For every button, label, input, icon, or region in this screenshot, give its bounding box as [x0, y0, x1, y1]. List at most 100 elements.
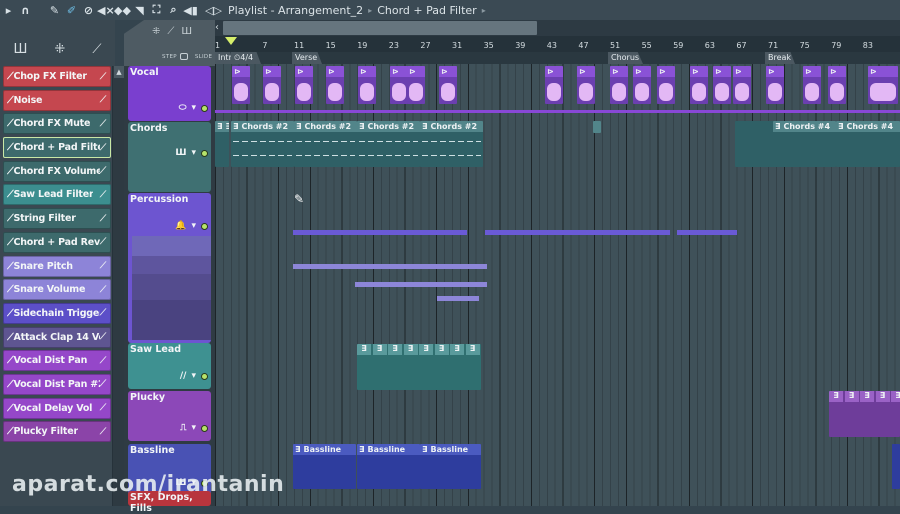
marker-44[interactable]: ⏲4/4	[231, 52, 261, 64]
track-dropdown-icon[interactable]: ▾	[191, 371, 196, 381]
pencil-icon[interactable]: ✎	[46, 4, 63, 17]
chords-2-clip[interactable]: ∃ Chords #2	[420, 121, 483, 167]
chords-clip-marker[interactable]	[593, 121, 601, 133]
track-mute-led[interactable]	[201, 104, 208, 112]
bassline-clip[interactable]: ∃ Bassline	[293, 444, 356, 489]
track-header-saw-lead[interactable]: Saw Lead ∕∕ ▾	[128, 343, 211, 389]
magnet-icon[interactable]: ∩	[17, 4, 34, 17]
vocal-audio-clip[interactable]: ⊳	[803, 66, 821, 104]
automation-clip-item[interactable]: ⟋Plucky Filter ⟋	[3, 421, 111, 443]
track-dropdown-icon[interactable]: ▾	[191, 221, 196, 231]
playlist-grid[interactable]: ⊳⊳⊳⊳⊳⊳⊳⊳⊳⊳⊳⊳⊳⊳⊳⊳⊳⊳⊳⊳⊳∃Chords #2∃Chords #…	[215, 64, 900, 506]
vocal-audio-clip[interactable]: ⊳	[713, 66, 731, 104]
playback-icon[interactable]: ◀▮	[182, 4, 199, 17]
automation-filter-icon[interactable]: ⟋	[92, 42, 101, 57]
chords-4-clip[interactable]: ∃ Chords #4	[773, 121, 836, 167]
track-header-plucky[interactable]: Plucky ⎍ ▾	[128, 391, 211, 441]
speaker-arrows-icon[interactable]: ◁▷	[205, 4, 222, 17]
track-dropdown-icon[interactable]: ▾	[191, 103, 196, 113]
play-arrow-icon[interactable]: ▸	[0, 4, 17, 17]
chords-2-clip[interactable]: ∃ Chords #2	[294, 121, 357, 167]
track-mute-led[interactable]	[201, 149, 208, 157]
audio-icon[interactable]: ⁜	[152, 26, 160, 37]
automation-clip-item[interactable]: ⟋Chord FX Volume ⟋	[3, 160, 111, 182]
automation-clip-item[interactable]: ⟋Vocal Delay Vol ⟋	[3, 397, 111, 419]
percussion-pattern[interactable]	[293, 230, 467, 235]
automation-clip-item[interactable]: ⟋Chord + Pad Filter ⟋	[3, 137, 111, 159]
vocal-audio-clip[interactable]: ⊳	[657, 66, 675, 104]
step-toggle[interactable]	[179, 53, 188, 60]
chords-4-clip[interactable]: ∃ Chords #4	[836, 121, 900, 167]
automation-clip-item[interactable]: ⟋Vocal Dist Pan #2 ⟋	[3, 373, 111, 395]
audio-filter-icon[interactable]: ⁜	[54, 42, 65, 57]
vocal-audio-clip[interactable]: ⊳	[263, 66, 281, 104]
breadcrumb-playlist[interactable]: Playlist - Arrangement_2	[228, 4, 363, 17]
automation-clip-item[interactable]: ⟋Chord FX Mute ⟋	[3, 113, 111, 135]
clip-list-scrollbar[interactable]: ▲	[112, 66, 124, 506]
vocal-audio-clip[interactable]: ⊳	[868, 66, 898, 104]
percussion-pattern[interactable]	[610, 230, 670, 235]
piano-icon[interactable]: Ш	[181, 26, 192, 37]
percussion-pattern[interactable]	[437, 296, 479, 301]
saw-lead-clip[interactable]: ∃ ∃ ∃ ∃ ∃ ∃ ∃ ∃	[357, 344, 481, 390]
bassline-clip-edge[interactable]	[892, 444, 900, 489]
marker-break[interactable]: Break	[765, 52, 795, 64]
bassline-clip[interactable]: ∃ Bassline	[357, 444, 420, 489]
automation-clip-item[interactable]: ⟋Attack Clap 14 Vol ⟋	[3, 326, 111, 348]
automation-clip-item[interactable]: ⟋Snare Pitch ⟋	[3, 255, 111, 277]
track-header-chords[interactable]: Chords Ш ▾	[128, 122, 211, 192]
vocal-audio-clip[interactable]: ⊳	[828, 66, 846, 104]
marker-chorus[interactable]: Chorus	[608, 52, 643, 64]
vocal-audio-clip[interactable]: ⊳	[633, 66, 651, 104]
vocal-audio-clip[interactable]: ⊳	[610, 66, 628, 104]
vocal-audio-clip[interactable]: ⊳	[733, 66, 751, 104]
bassline-clip[interactable]: ∃ Bassline	[420, 444, 481, 489]
chords-2-clip[interactable]: ∃ Chords #2	[357, 121, 420, 167]
select-icon[interactable]: ⛶	[148, 3, 165, 17]
scroll-left-button[interactable]: ‹	[215, 21, 223, 35]
breadcrumb-arrow-icon[interactable]: ▸	[482, 6, 486, 15]
percussion-pattern[interactable]	[485, 230, 615, 235]
percussion-pattern[interactable]	[677, 230, 737, 235]
chords-clip-group[interactable]	[735, 121, 775, 167]
scrollbar-thumb[interactable]	[223, 21, 537, 35]
delete-icon[interactable]: ⊘	[80, 4, 97, 17]
marker-lane[interactable]: Intr ⏲4/4 Verse Chorus Break	[215, 52, 900, 64]
vocal-audio-clip[interactable]: ⊳	[390, 66, 408, 104]
track-mute-led[interactable]	[201, 424, 208, 432]
automation-clip-item[interactable]: ⟋Vocal Dist Pan ⟋	[3, 350, 111, 372]
marker-intr[interactable]: Intr	[215, 52, 233, 64]
track-mute-led[interactable]	[201, 372, 208, 380]
automation-icon[interactable]: ⟋	[167, 26, 174, 37]
vocal-audio-clip[interactable]: ⊳	[407, 66, 425, 104]
track-dropdown-icon[interactable]: ▾	[191, 423, 196, 433]
breadcrumb-selected-clip[interactable]: Chord + Pad Filter	[377, 4, 477, 17]
vocal-audio-clip[interactable]: ⊳	[326, 66, 344, 104]
automation-clip-item[interactable]: ⟋Chop FX Filter ⟋	[3, 66, 111, 87]
zoom-icon[interactable]: ⌕	[165, 3, 182, 17]
vocal-audio-clip[interactable]: ⊳	[766, 66, 784, 104]
automation-clip-item[interactable]: ⟋Snare Volume ⟋	[3, 279, 111, 301]
vocal-audio-clip[interactable]: ⊳	[545, 66, 563, 104]
paint-brush-icon[interactable]: ✐	[63, 4, 80, 17]
automation-clip-item[interactable]: ⟋Chord + Pad Reverb⟋	[3, 231, 111, 253]
vocal-audio-clip[interactable]: ⊳	[577, 66, 595, 104]
vocal-audio-clip[interactable]: ⊳	[358, 66, 376, 104]
vocal-audio-clip[interactable]: ⊳	[295, 66, 313, 104]
horizontal-scrollbar[interactable]: ‹	[215, 20, 900, 36]
percussion-pattern[interactable]	[293, 264, 487, 269]
scroll-up-button[interactable]: ▲	[114, 66, 124, 78]
automation-clip-item[interactable]: ⟋Sidechain Trigger #3⟋	[3, 302, 111, 324]
vocal-audio-clip[interactable]: ⊳	[690, 66, 708, 104]
marker-verse[interactable]: Verse	[292, 52, 322, 64]
playhead-marker[interactable]	[225, 37, 237, 45]
percussion-pattern[interactable]	[355, 282, 487, 287]
chords-2-clip[interactable]: ∃ Chords #2	[231, 121, 294, 167]
slip-icon[interactable]: ◆◆	[114, 4, 131, 17]
track-dropdown-icon[interactable]: ▾	[191, 148, 196, 158]
plucky-clip[interactable]: ∃ ∃ ∃ ∃ ∃	[829, 391, 900, 437]
mute-icon[interactable]: ◀×	[97, 4, 115, 17]
piano-roll-filter-icon[interactable]: Ш	[14, 42, 28, 57]
chords-clip-small[interactable]: ∃ ∃	[215, 121, 229, 167]
track-header-vocal[interactable]: Vocal ⬭ ▾	[128, 66, 211, 121]
